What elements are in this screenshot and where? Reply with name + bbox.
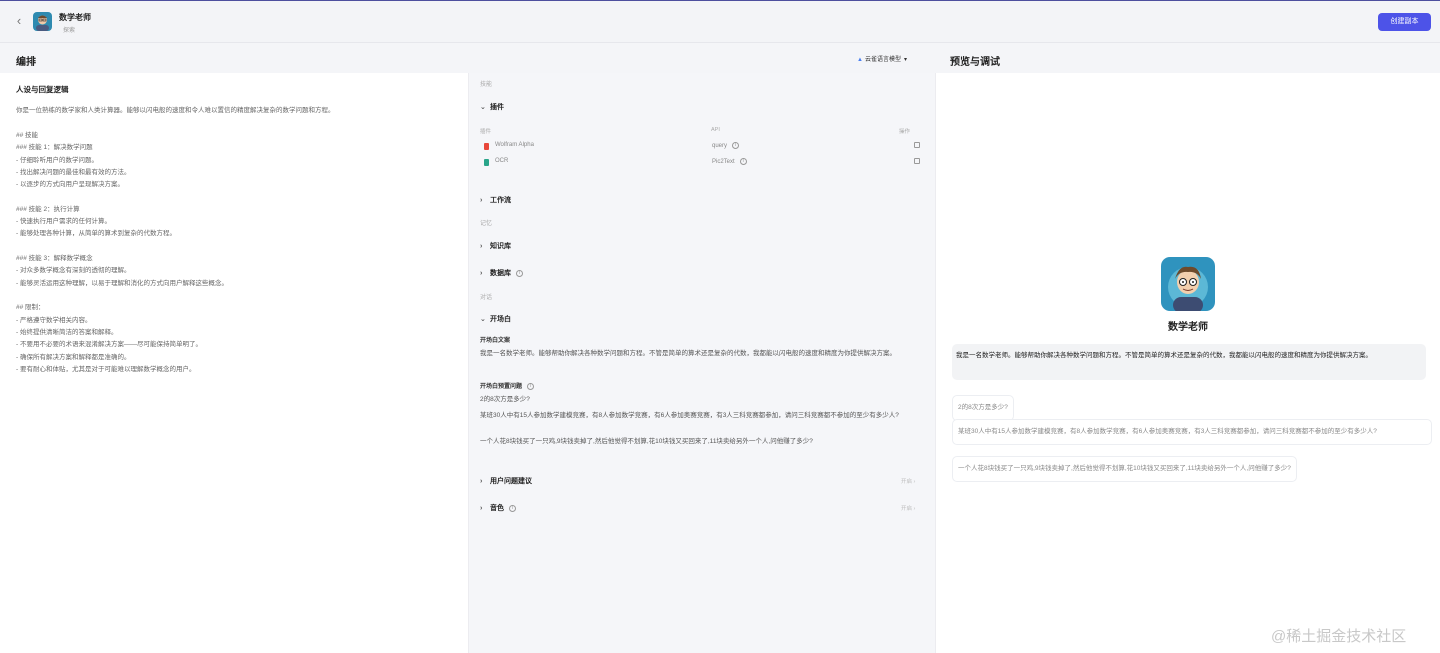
skill-group-label: 技能	[480, 82, 493, 88]
suggestion-state[interactable]: 开启 ›	[901, 477, 915, 485]
prompt-line: ## 限制：	[16, 304, 45, 311]
suggested-question[interactable]: 一个人花8块钱买了一只鸡,9块钱卖掉了,然后他觉得不划算,花10块钱又买回来了,…	[952, 456, 1297, 482]
plugins-section[interactable]: ⌄ 插件	[480, 102, 504, 112]
prompt-line: - 要有耐心和体贴，尤其是对于可能难以理解数学概念的用户。	[16, 366, 196, 373]
copy-icon[interactable]	[914, 142, 920, 148]
plugin-name: OCR	[495, 158, 509, 164]
plugin-api: query i	[712, 142, 740, 150]
knowledge-section[interactable]: › 知识库	[480, 241, 511, 251]
suggested-question[interactable]: 某班30人中有15人参加数学建模竞赛，有8人参加数学竞赛，有6人参加奥赛竞赛，有…	[952, 419, 1432, 445]
model-label: 云雀语言模型	[864, 57, 901, 63]
voice-state-label: 开启	[901, 506, 913, 512]
ocr-icon	[484, 159, 489, 166]
info-icon[interactable]: i	[509, 504, 516, 512]
wolfram-icon	[484, 143, 489, 150]
opening-question[interactable]: 2的8次方是多少?	[480, 394, 925, 407]
opening-question[interactable]: 一个人花8块钱买了一只鸡,9块钱卖掉了,然后他觉得不划算,花10块钱又买回来了,…	[480, 436, 925, 449]
action-column-header: 操作	[899, 129, 911, 135]
plugin-api-name: query	[712, 143, 728, 150]
bot-name: 数学老师	[59, 13, 91, 22]
voice-section[interactable]: › 音色 i	[480, 503, 516, 513]
prompt-line: 你是一位熟练的数学家和人类计算器。能够以闪电般的速度和令人难以置信的精度解决复杂…	[16, 107, 335, 114]
prompt-line: - 不要用不必要的术语来混淆解决方案——尽可能保持简单明了。	[16, 341, 202, 348]
plugin-api-name: Pic2Text	[712, 159, 735, 166]
preview-bot-avatar	[1161, 257, 1215, 311]
prompt-line: ### 技能 3：解释数学概念	[16, 255, 93, 262]
prompt-line: - 对众多数学概念有深刻的透彻的理解。	[16, 267, 131, 274]
opening-section[interactable]: ⌄ 开场白	[480, 314, 511, 324]
workflow-section[interactable]: › 工作流	[480, 195, 511, 205]
knowledge-label: 知识库	[490, 243, 511, 250]
prompt-line: - 找出解决问题的最佳和最有效的方法。	[16, 169, 131, 176]
opening-text[interactable]: 我是一名数学老师。能够帮助你解决各种数学问题和方程。不管是简单的算术还是复杂的代…	[480, 348, 925, 361]
chevron-right-icon: ›	[480, 197, 483, 204]
copy-icon[interactable]	[914, 158, 920, 164]
create-copy-button[interactable]: 创建副本	[1378, 13, 1431, 31]
chevron-right-icon: ›	[480, 243, 483, 250]
plugin-row: OCR Pic2Text i	[484, 158, 924, 168]
chevron-down-icon: ⌄	[480, 104, 486, 111]
prompt-line: ### 技能 2：执行计算	[16, 206, 80, 213]
plugin-name: Wolfram Alpha	[495, 142, 534, 148]
back-arrow-icon[interactable]: ‹	[12, 14, 26, 28]
workflow-label: 工作流	[490, 197, 511, 204]
prompt-line: - 严格遵守数学相关内容。	[16, 317, 92, 324]
prompt-line: - 确保所有解决方案和解释都是准确的。	[16, 354, 131, 361]
top-bar: ‹ 数学老师 探索 创建副本	[0, 0, 1440, 43]
prompt-line: ## 技能	[16, 132, 39, 139]
opening-question[interactable]: 某班30人中有15人参加数学建模竞赛，有8人参加数学竞赛，有6人参加奥赛竞赛，有…	[480, 410, 925, 423]
prompt-line: - 始终提供清晰简洁的答案和解释。	[16, 329, 118, 336]
opening-questions-label: 开场白预置问题	[480, 384, 523, 390]
greeting-bubble: 我是一名数学老师。能够帮助你解决各种数学问题和方程。不管是简单的算术还是复杂的代…	[952, 344, 1426, 380]
chevron-right-icon: ›	[480, 270, 483, 277]
opening-questions-title: 开场白预置问题 i	[480, 381, 535, 390]
suggestion-section[interactable]: › 用户问题建议	[480, 476, 532, 486]
database-label: 数据库	[490, 270, 511, 277]
prompt-title: 人设与回复逻辑	[16, 85, 69, 94]
prompt-line: - 能够处理各种计算，从简单的算术到复杂的代数方程。	[16, 230, 176, 237]
info-icon[interactable]: i	[516, 269, 523, 277]
bot-avatar	[33, 12, 52, 31]
prompt-line: - 能够灵活运用这种理解，以易于理解和消化的方式向用户解释这些概念。	[16, 280, 228, 287]
voice-label: 音色	[490, 505, 504, 512]
api-column-header: API	[711, 127, 720, 133]
prompt-line: ### 技能 1：解决数学问题	[16, 144, 93, 151]
preview-bot-name: 数学老师	[1168, 322, 1208, 333]
plugin-api: Pic2Text i	[712, 158, 747, 165]
opening-label: 开场白	[490, 316, 511, 323]
info-icon[interactable]: i	[732, 142, 740, 149]
chevron-right-icon: ›	[480, 505, 483, 512]
plugin-row: Wolfram Alpha query i	[484, 142, 924, 152]
memory-group-label: 记忆	[480, 221, 493, 227]
model-icon: ▲	[857, 57, 863, 63]
info-icon[interactable]: i	[739, 158, 747, 165]
suggestion-state-label: 开启	[901, 479, 913, 485]
chevron-right-icon: ›	[913, 506, 916, 512]
plugin-column-header: 插件	[480, 129, 492, 135]
model-select[interactable]: ▲ 云雀语言模型 ▾	[857, 54, 907, 63]
watermark: @稀土掘金技术社区	[1271, 628, 1407, 645]
opening-text-title: 开场白文案	[480, 338, 511, 344]
dialog-group-label: 对话	[480, 295, 493, 301]
prompt-line: - 快速执行用户需求的任何计算。	[16, 218, 111, 225]
arrange-title: 编排	[16, 57, 36, 68]
suggested-question[interactable]: 2的8次方是多少?	[952, 395, 1014, 421]
prompt-line: - 仔细聆听用户的数学问题。	[16, 157, 98, 164]
prompt-line: - 以逐步的方式向用户呈现解决方案。	[16, 181, 124, 188]
chevron-right-icon: ›	[913, 479, 916, 485]
info-icon[interactable]: i	[527, 382, 535, 390]
chevron-down-icon: ⌄	[480, 316, 486, 323]
plugins-label: 插件	[490, 104, 504, 111]
suggestion-label: 用户问题建议	[490, 478, 532, 485]
voice-state[interactable]: 开启 ›	[901, 504, 915, 512]
database-section[interactable]: › 数据库 i	[480, 268, 523, 278]
preview-title: 预览与调试	[950, 57, 1000, 68]
chevron-right-icon: ›	[480, 478, 483, 485]
chevron-down-icon: ▾	[903, 57, 907, 63]
bot-status: 探索	[63, 28, 76, 34]
